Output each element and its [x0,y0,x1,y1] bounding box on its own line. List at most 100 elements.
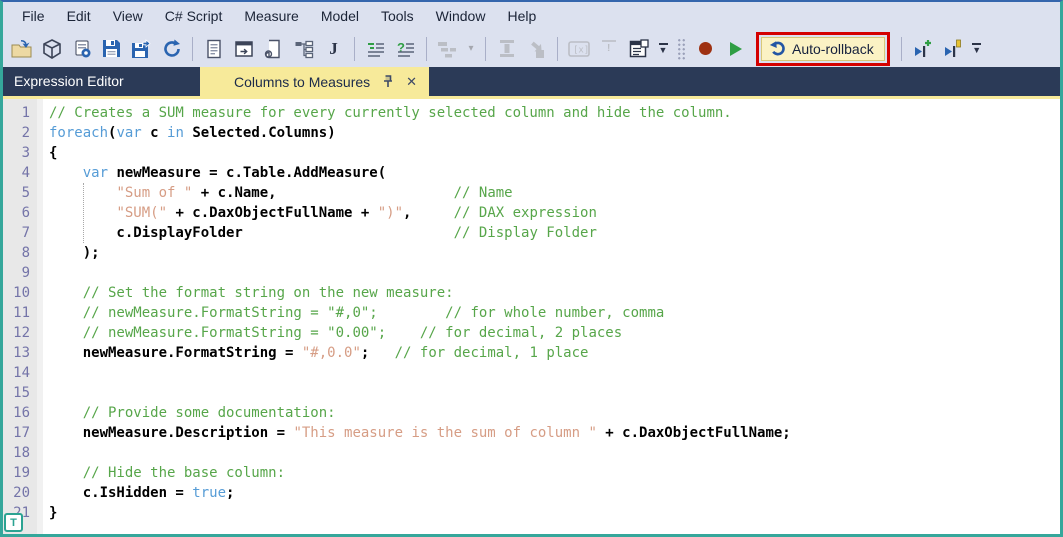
menu-c-script[interactable]: C# Script [154,2,234,30]
model-hierarchy-button[interactable] [290,35,317,62]
menu-measure[interactable]: Measure [233,2,309,30]
close-icon[interactable]: ✕ [406,75,417,88]
indent-guide [82,183,84,243]
code-line-11[interactable]: // newMeasure.FormatString = "#,0"; // f… [49,303,1060,323]
menu-edit[interactable]: Edit [56,2,102,30]
run-script-file-button[interactable] [260,35,287,62]
toolbar-overflow-button-2[interactable]: ▼ [969,35,985,62]
auto-rollback-button[interactable]: Auto-rollback [761,36,885,61]
open-file-button[interactable] [8,35,35,62]
line-number: 18 [13,445,30,461]
warning-bubble-icon: ! [601,39,616,54]
save-as-button[interactable] [128,35,155,62]
save-as-icon [132,38,151,58]
menu-file[interactable]: File [11,2,56,30]
code-line-14[interactable] [49,363,1060,383]
bpa-button-disabled: ! [595,35,622,62]
code-line-18[interactable] [49,443,1060,463]
tab-strip: Expression Editor Columns to Measures ✕ [3,67,1060,96]
record-macro-button[interactable] [692,35,719,62]
tab-columns-to-measures[interactable]: Columns to Measures ✕ [200,67,430,96]
script-j-icon: J [329,38,338,58]
code-line-9[interactable] [49,263,1060,283]
save-to-database-button[interactable] [68,35,95,62]
line-number: 10 [13,285,30,301]
toolbar-separator [557,36,558,61]
code-line-1[interactable]: // Creates a SUM measure for every curre… [49,103,1060,123]
window-arrow-icon [234,40,253,57]
window-list-icon [629,38,649,57]
toolbar-grip[interactable] [677,37,686,60]
deploy-icon [75,40,90,57]
properties-window-button[interactable] [625,35,652,62]
menu-window[interactable]: Window [425,2,497,30]
diagram-dropdown-disabled: ▾ [464,35,478,62]
line-number: 2 [21,125,30,141]
line-number: 5 [21,185,30,201]
line-number: 14 [13,365,30,381]
code-line-3[interactable]: { [49,143,1060,163]
t-badge-icon[interactable]: T [4,513,23,532]
open-model-button[interactable] [38,35,65,62]
run-script-button[interactable] [722,35,749,62]
code-line-10[interactable]: // Set the format string on the new meas… [49,283,1060,303]
format-lines-icon [367,42,384,57]
code-line-13[interactable]: newMeasure.FormatString = "#,0.0"; // fo… [49,343,1060,363]
new-script-button[interactable] [200,35,227,62]
arrow-block-icon [530,41,544,58]
diagram-button-disabled [434,35,461,62]
record-icon [699,42,712,55]
script-window-button[interactable] [230,35,257,62]
run-script-edit-button[interactable] [939,35,966,62]
code-line-20[interactable]: c.IsHidden = true; [49,483,1060,503]
diagram-icon [437,41,456,57]
code-line-5[interactable]: "Sum of " + c.Name, // Name [49,183,1060,203]
toolbar-separator [192,36,193,61]
line-number: 13 [13,345,30,361]
play-icon [729,41,742,56]
code-line-2[interactable]: foreach(var c in Selected.Columns) [49,123,1060,143]
toolbar-separator [900,36,902,61]
code-line-8[interactable]: ); [49,243,1060,263]
menu-model[interactable]: Model [310,2,370,30]
code-line-4[interactable]: var newMeasure = c.Table.AddMeasure( [49,163,1060,183]
code-line-6[interactable]: "SUM(" + c.DaxObjectFullName + ")", // D… [49,203,1060,223]
pin-icon[interactable] [382,75,394,88]
line-number: 1 [21,105,30,121]
save-button[interactable] [98,35,125,62]
code-line-12[interactable]: // newMeasure.FormatString = "0.00"; // … [49,323,1060,343]
toolbar-separator [354,36,355,61]
code-line-19[interactable]: // Hide the base column: [49,463,1060,483]
line-number: 6 [21,205,30,221]
code-area[interactable]: // Creates a SUM measure for every curre… [43,99,1060,534]
line-number: 7 [21,225,30,241]
code-line-7[interactable]: c.DisplayFolder // Display Folder [49,223,1060,243]
toolbar-separator [426,36,427,61]
syntax-check-button[interactable]: ? [392,35,419,62]
line-number: 17 [13,425,30,441]
toolbar-overflow-button[interactable]: ▼ [655,35,671,62]
code-line-15[interactable] [49,383,1060,403]
console-icon: [x] [567,40,590,57]
open-folder-icon [11,40,32,58]
play-plus-icon [915,39,932,57]
play-pencil-icon [945,39,962,57]
menu-help[interactable]: Help [496,2,547,30]
code-line-21[interactable]: } [49,503,1060,523]
menu-tools[interactable]: Tools [370,2,425,30]
refresh-button[interactable] [158,35,185,62]
code-editor[interactable]: 123456789101112131415161718192021 // Cre… [3,99,1060,534]
insert-column-button-disabled [493,35,520,62]
code-line-17[interactable]: newMeasure.Description = "This measure i… [49,423,1060,443]
format-dax-button[interactable] [362,35,389,62]
line-number: 20 [13,485,30,501]
chevron-down-icon: ▾ [468,43,474,54]
tab-expression-editor[interactable]: Expression Editor [3,67,200,96]
run-script-new-button[interactable] [909,35,936,62]
menu-view[interactable]: View [102,2,154,30]
code-line-16[interactable]: // Provide some documentation: [49,403,1060,423]
script-button[interactable]: J [320,35,347,62]
undo-arrow-icon [769,41,785,56]
question-lines-icon: ? [397,40,414,57]
overflow-chevron-icon: ▼ [972,42,982,55]
